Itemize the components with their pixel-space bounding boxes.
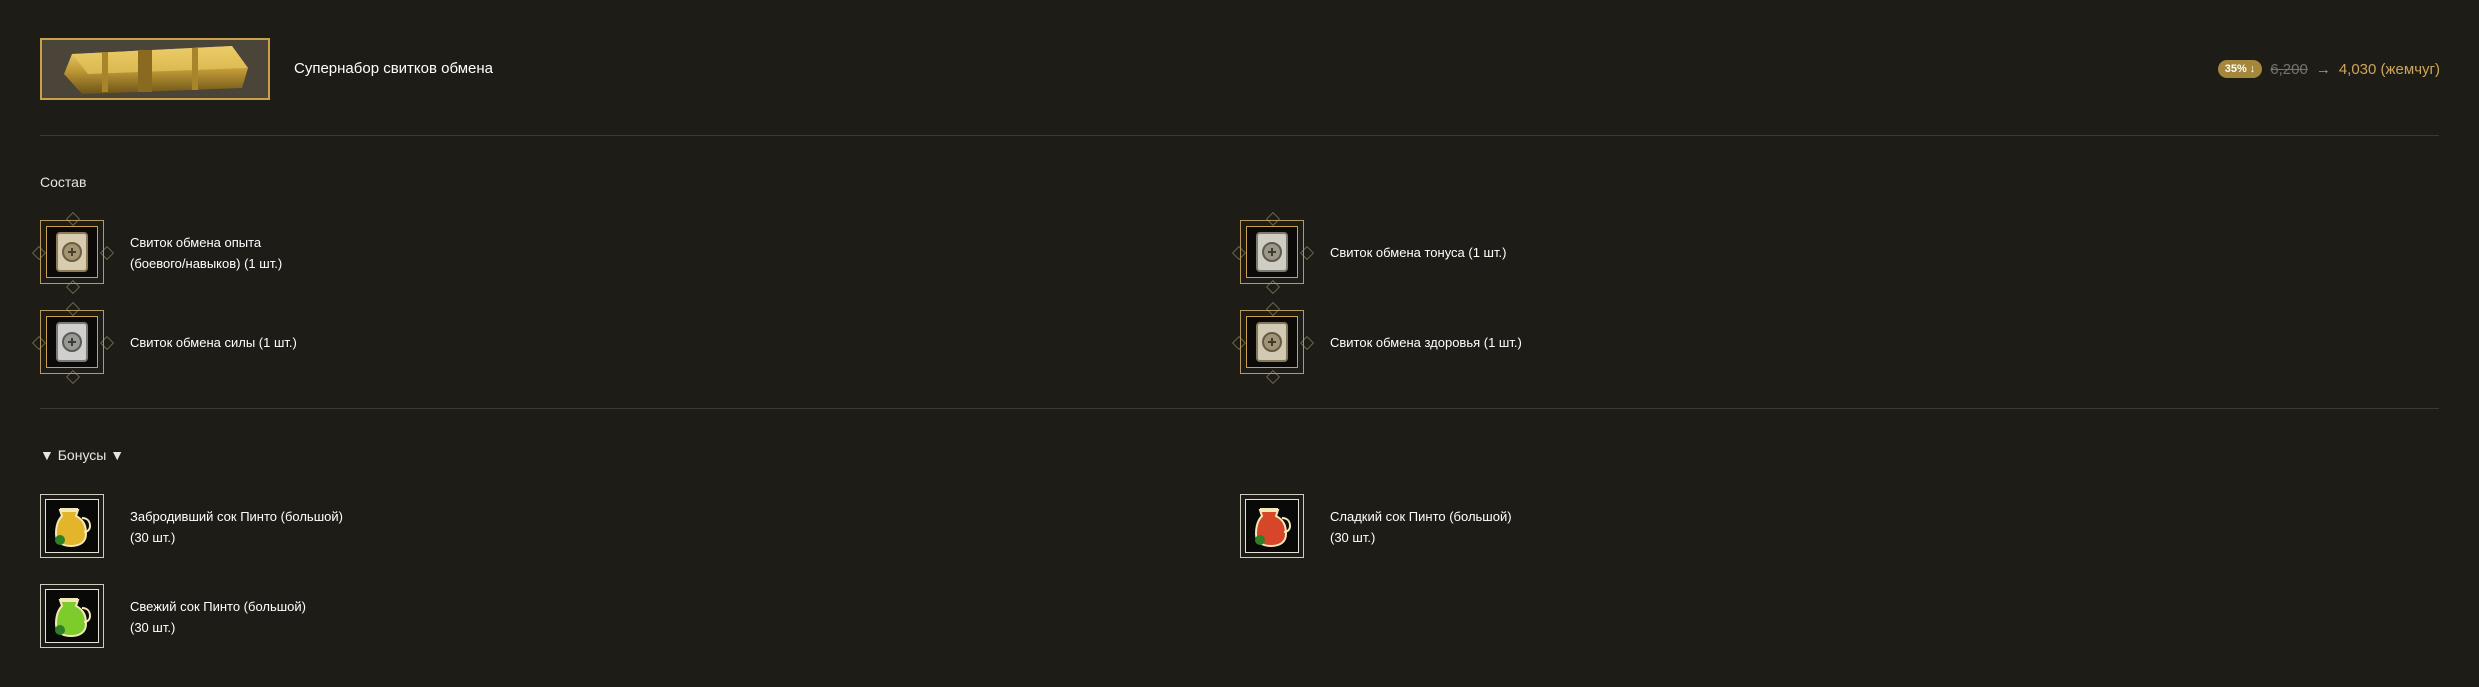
juice-jug-icon <box>1240 494 1304 558</box>
composition-item[interactable]: Свиток обмена тонуса (1 шт.) <box>1231 211 2340 295</box>
bonus-name-line2: (30 шт.) <box>130 620 176 635</box>
bonus-item[interactable]: Сладкий сок Пинто (большой) (30 шт.) <box>1240 494 2340 564</box>
composition-item[interactable]: Свиток обмена здоровья (1 шт.) <box>1231 301 2340 385</box>
bonus-name-line1: Свежий сок Пинто (большой) <box>130 599 307 614</box>
bonus-item[interactable]: Забродивший сок Пинто (большой) (30 шт.) <box>40 494 1140 564</box>
price-block: 35% ↓ 6,200 → 4,030 (жемчуг) <box>2217 60 2440 78</box>
bonus-item[interactable]: Свежий сок Пинто (большой) (30 шт.) <box>40 584 1140 654</box>
scroll-icon <box>1240 310 1304 374</box>
price-arrow-icon: → <box>2315 60 2331 78</box>
item-name-line1: Свиток обмена здоровья (1 шт.) <box>1330 335 1522 350</box>
bonus-name-line1: Забродивший сок Пинто (большой) <box>130 509 343 524</box>
divider <box>40 135 2439 136</box>
juice-jug-icon <box>40 494 104 558</box>
item-name-line1: Свиток обмена силы (1 шт.) <box>130 335 297 350</box>
composition-title: Состав <box>40 174 87 190</box>
item-name-line1: Свиток обмена тонуса (1 шт.) <box>1330 245 1507 260</box>
new-price: 4,030 (жемчуг) <box>2338 60 2440 78</box>
item-name-line2: (боевого/навыков) (1 шт.) <box>130 256 283 271</box>
old-price: 6,200 <box>2270 60 2308 78</box>
scroll-icon <box>40 220 104 284</box>
composition-item[interactable]: Свиток обмена опыта (боевого/навыков) (1… <box>31 211 1140 295</box>
bonus-name-line2: (30 шт.) <box>130 530 176 545</box>
discount-badge: 35% ↓ <box>2217 60 2263 78</box>
scroll-icon <box>40 310 104 374</box>
product-header: Супернабор свитков обмена 35% ↓ 6,200 → … <box>40 38 2440 104</box>
bonus-name-line2: (30 шт.) <box>1330 530 1376 545</box>
product-chest-image <box>40 38 270 100</box>
scroll-icon <box>1240 220 1304 284</box>
product-title: Супернабор свитков обмена <box>294 60 494 77</box>
divider <box>40 408 2439 409</box>
juice-jug-icon <box>40 584 104 648</box>
item-name-line1: Свиток обмена опыта <box>130 235 262 250</box>
bonus-name-line1: Сладкий сок Пинто (большой) <box>1330 509 1512 524</box>
bonuses-title: ▼ Бонусы ▼ <box>40 447 125 463</box>
composition-item[interactable]: Свиток обмена силы (1 шт.) <box>31 301 1140 385</box>
